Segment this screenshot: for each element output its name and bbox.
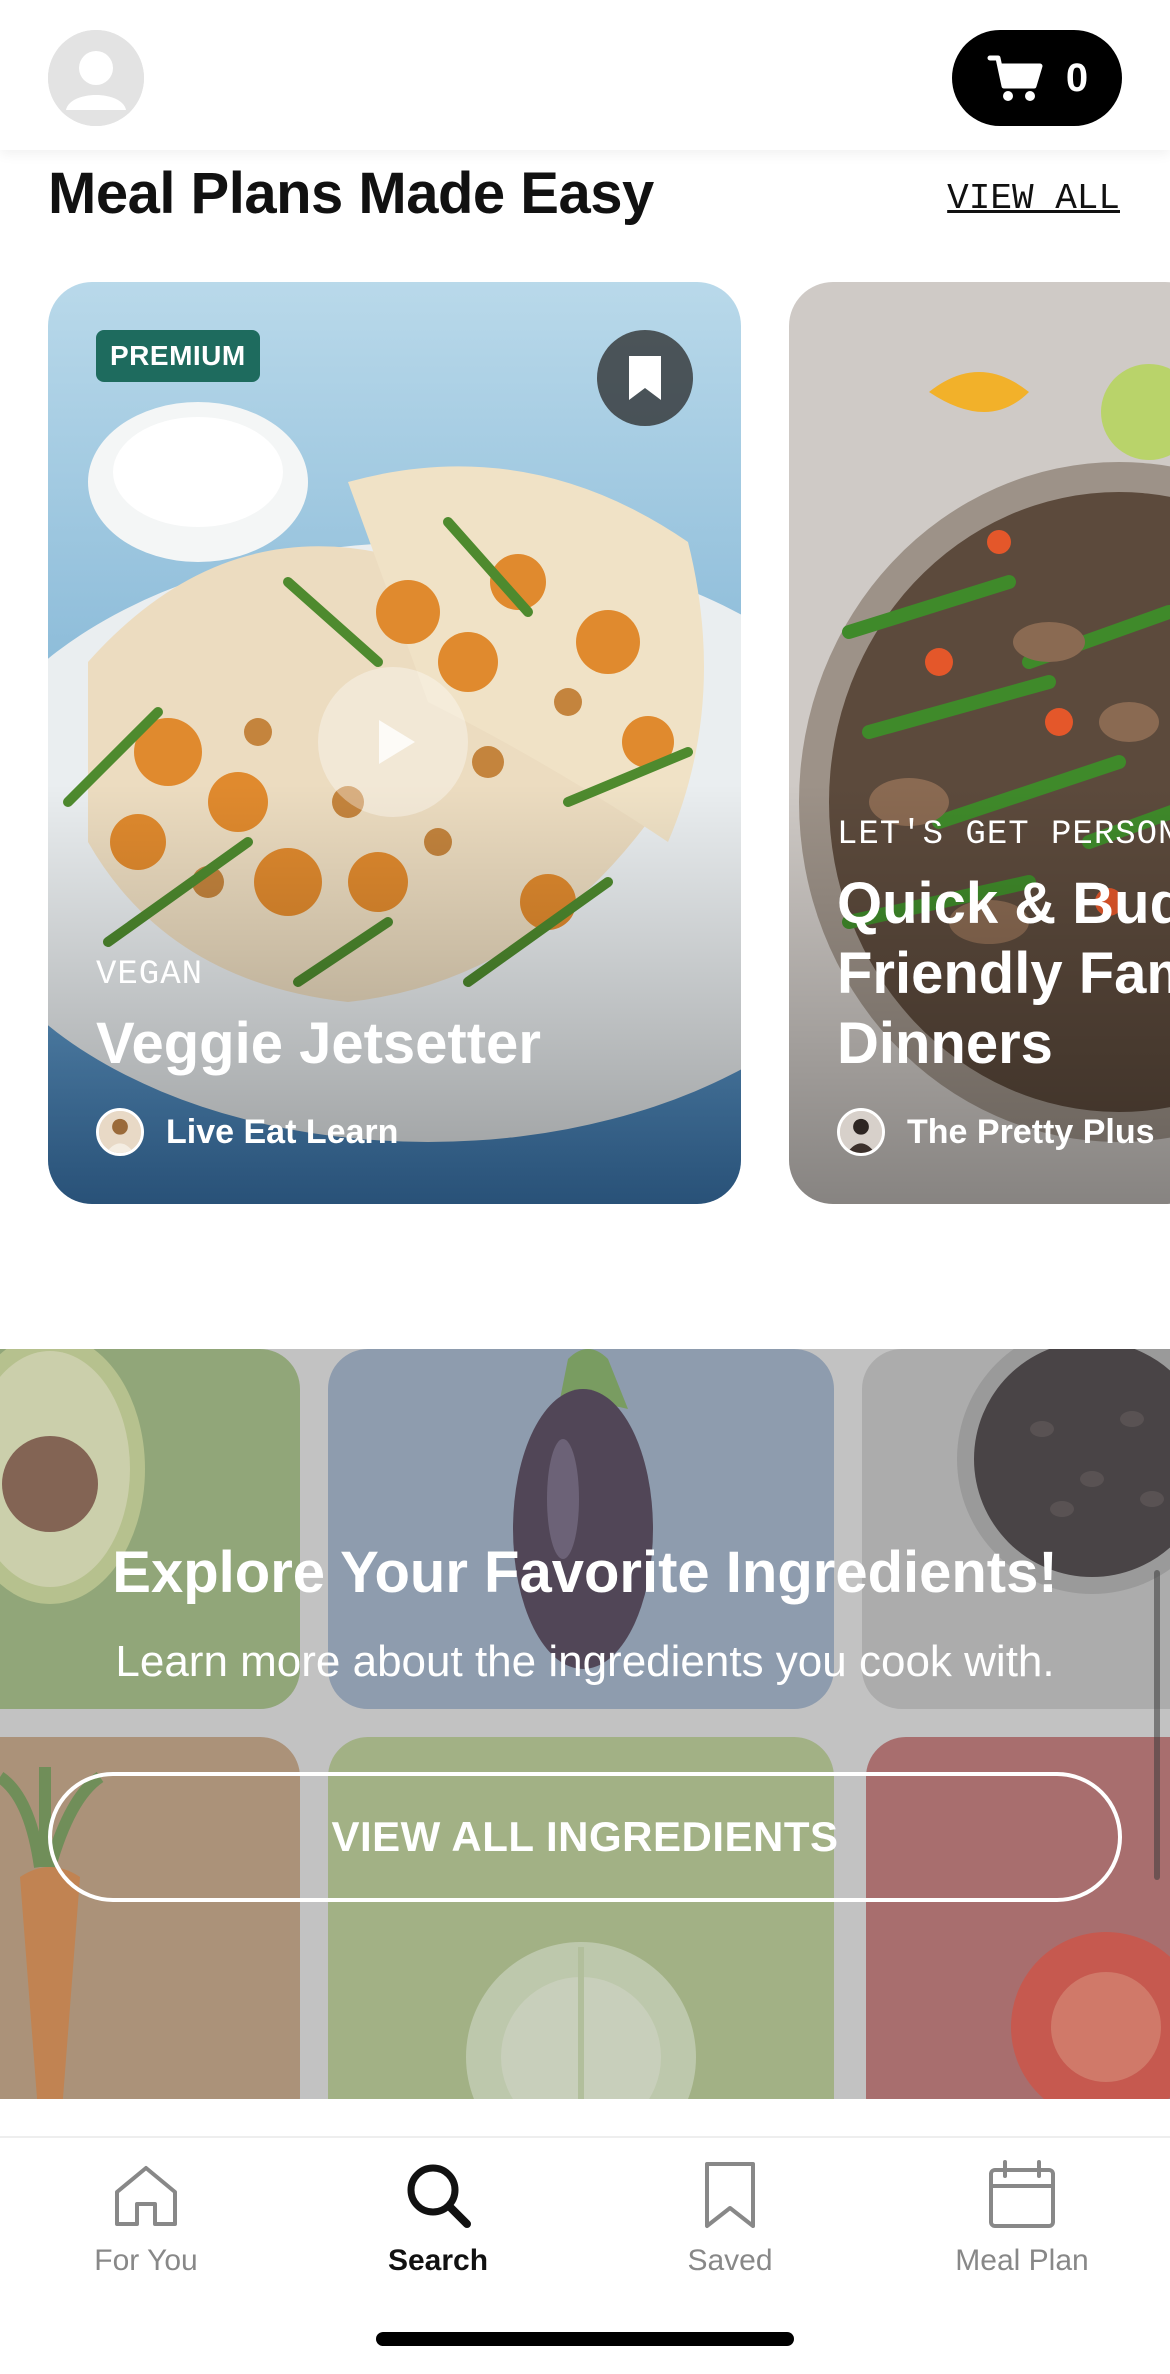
premium-badge: PREMIUM <box>96 330 260 382</box>
bookmark-icon <box>705 2162 755 2228</box>
card-title-line: Friendly Family <box>837 941 1170 1006</box>
home-icon <box>115 2166 177 2226</box>
home-indicator <box>376 2332 794 2346</box>
search-icon <box>407 2164 471 2228</box>
author-name: The Pretty Plus <box>907 1112 1155 1151</box>
app-screen: 0 Meal Plans Made Easy VIEW ALL PREMIUM … <box>0 0 1170 2374</box>
tab-label: Meal Plan <box>955 2244 1089 2277</box>
card-author: The Pretty Plus <box>837 1108 1155 1156</box>
card-title-line: Dinners <box>837 1011 1053 1076</box>
tab-saved[interactable]: Saved <box>584 2148 876 2288</box>
play-button[interactable] <box>318 667 468 817</box>
user-avatar-icon[interactable] <box>48 30 144 126</box>
card-category: VEGAN <box>96 956 204 994</box>
author-avatar <box>96 1108 144 1156</box>
tab-meal-plan[interactable]: Meal Plan <box>876 2148 1168 2288</box>
cart-count: 0 <box>1065 55 1089 100</box>
cart-icon <box>987 55 1043 101</box>
cart-button[interactable]: 0 <box>952 30 1122 126</box>
card-title: Veggie Jetsetter <box>96 1011 541 1076</box>
card-title-line: Quick & Budget <box>837 871 1170 936</box>
view-all-link[interactable]: VIEW ALL <box>947 178 1120 219</box>
tab-search[interactable]: Search <box>292 2148 584 2288</box>
scrollbar[interactable] <box>1154 1570 1160 1880</box>
save-button[interactable] <box>597 330 693 426</box>
bookmark-icon <box>629 356 661 400</box>
ingredients-banner: Explore Your Favorite Ingredients! Learn… <box>0 1349 1170 2099</box>
card-author: Live Eat Learn <box>96 1108 398 1156</box>
top-bar: 0 <box>0 0 1170 150</box>
card-title: Quick & Budget Friendly Family Dinners <box>837 869 1170 1079</box>
calendar-icon <box>989 2160 1055 2228</box>
meal-plan-card[interactable]: PREMIUM VEGAN Veggie Jetsetter Live Eat … <box>48 282 741 1204</box>
ingredients-title: Explore Your Favorite Ingredients! <box>112 1540 1058 1605</box>
section-title: Meal Plans Made Easy <box>48 161 654 226</box>
tab-label: Search <box>387 2244 489 2277</box>
tab-for-you[interactable]: For You <box>0 2148 292 2288</box>
ingredients-overlay <box>0 1349 1170 2099</box>
meal-plan-card[interactable]: LET'S GET PERSONAL Quick & Budget Friend… <box>789 282 1170 1204</box>
author-avatar <box>837 1108 885 1156</box>
author-name: Live Eat Learn <box>166 1112 399 1151</box>
view-all-ingredients-button[interactable]: VIEW ALL INGREDIENTS <box>48 1772 1122 1902</box>
tab-label: Saved <box>687 2244 773 2277</box>
play-icon <box>379 720 415 764</box>
card-category: LET'S GET PERSONAL <box>837 816 1170 854</box>
tab-label: For You <box>94 2244 198 2277</box>
ingredients-subtitle: Learn more about the ingredients you coo… <box>115 1637 1055 1686</box>
